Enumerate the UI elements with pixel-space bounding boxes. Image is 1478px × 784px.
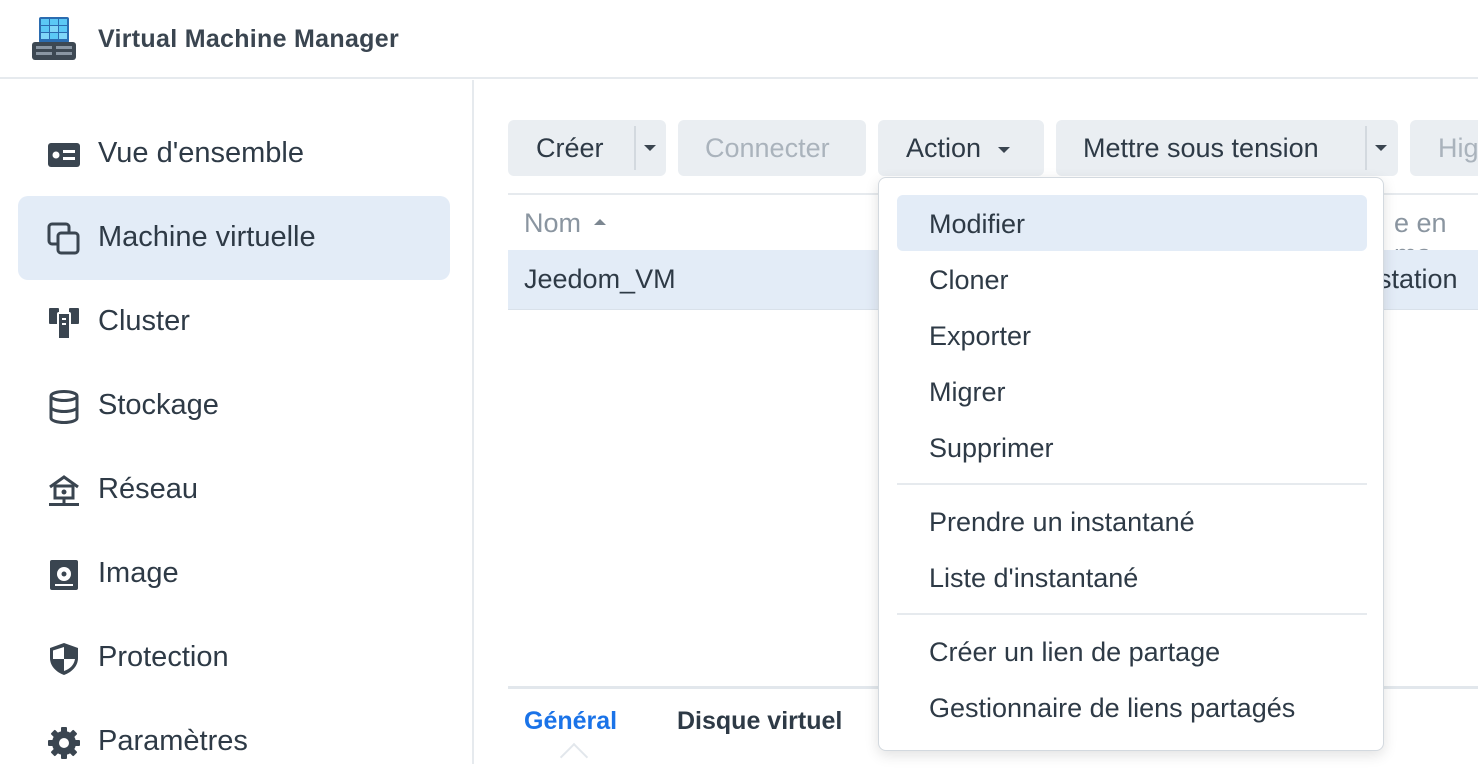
sort-ascending-icon: [594, 219, 606, 225]
menu-item-label: Gestionnaire de liens partagés: [929, 693, 1296, 723]
sidebar-item-overview[interactable]: Vue d'ensemble: [18, 112, 450, 196]
sidebar-item-settings[interactable]: Paramètres: [18, 700, 450, 784]
menu-item-take-snapshot[interactable]: Prendre un instantané: [897, 493, 1367, 549]
vm-name-cell: Jeedom_VM: [524, 264, 676, 294]
sidebar-item-label: Stockage: [98, 389, 219, 421]
menu-separator: [897, 613, 1367, 615]
power-on-button[interactable]: Mettre sous tension: [1083, 133, 1319, 164]
create-split-button: Créer: [508, 120, 666, 176]
menu-item-modify[interactable]: Modifier: [897, 195, 1367, 251]
network-icon: [49, 475, 79, 506]
sidebar-item-label: Paramètres: [98, 725, 248, 757]
split-divider: [634, 126, 636, 170]
menu-item-label: Supprimer: [929, 433, 1054, 463]
menu-item-export[interactable]: Exporter: [897, 307, 1367, 363]
sidebar-item-label: Vue d'ensemble: [98, 137, 304, 169]
create-button[interactable]: Créer: [536, 133, 604, 164]
menu-item-create-share-link[interactable]: Créer un lien de partage: [897, 623, 1367, 679]
app-title: Virtual Machine Manager: [98, 25, 399, 53]
menu-item-label: Cloner: [929, 265, 1009, 295]
sidebar-item-cluster[interactable]: Cluster: [18, 280, 450, 364]
tab-general[interactable]: Général: [524, 707, 617, 736]
menu-item-label: Migrer: [929, 377, 1006, 407]
cluster-icon: [49, 308, 79, 340]
sidebar: Vue d'ensemble Machine virtuelle Cluster…: [0, 80, 474, 764]
sidebar-item-network[interactable]: Réseau: [18, 448, 450, 532]
sidebar-item-label: Image: [98, 557, 179, 589]
menu-item-label: Créer un lien de partage: [929, 637, 1221, 667]
menu-item-delete[interactable]: Supprimer: [897, 419, 1367, 475]
sidebar-item-virtual-machine[interactable]: Machine virtuelle: [18, 196, 450, 280]
sidebar-item-protection[interactable]: Protection: [18, 616, 450, 700]
image-icon: [50, 560, 78, 590]
vmm-logo-icon: [32, 17, 76, 60]
sidebar-item-label: Réseau: [98, 473, 198, 505]
menu-item-snapshot-list[interactable]: Liste d'instantané: [897, 549, 1367, 605]
power-on-split-button: Mettre sous tension: [1056, 120, 1398, 176]
chevron-down-icon[interactable]: [1375, 145, 1387, 151]
sidebar-item-storage[interactable]: Stockage: [18, 364, 450, 448]
menu-item-clone[interactable]: Cloner: [897, 251, 1367, 307]
menu-item-label: Liste d'instantané: [929, 563, 1139, 593]
storage-icon: [49, 390, 79, 424]
menu-item-migrate[interactable]: Migrer: [897, 363, 1367, 419]
connect-button[interactable]: Connecter: [678, 120, 866, 176]
truncated-label: Hig: [1438, 133, 1478, 163]
title-bar: Virtual Machine Manager: [0, 0, 1478, 79]
chevron-down-icon: [998, 147, 1010, 153]
split-divider: [1365, 126, 1367, 170]
menu-item-label: Exporter: [929, 321, 1032, 351]
truncated-toolbar-button[interactable]: Hig: [1410, 120, 1478, 176]
action-button[interactable]: Action: [878, 120, 1044, 176]
column-header-name[interactable]: Nom: [524, 208, 581, 239]
sidebar-item-label: Cluster: [98, 305, 190, 337]
sidebar-item-label: Machine virtuelle: [98, 221, 316, 253]
action-dropdown-menu: Modifier Cloner Exporter Migrer Supprime…: [878, 177, 1384, 751]
menu-item-shared-link-manager[interactable]: Gestionnaire de liens partagés: [897, 679, 1367, 735]
active-tab-indicator: [559, 742, 589, 772]
connect-label: Connecter: [705, 133, 830, 163]
action-label: Action: [906, 133, 982, 163]
sidebar-item-image[interactable]: Image: [18, 532, 450, 616]
menu-item-label: Prendre un instantané: [929, 507, 1195, 537]
menu-item-label: Modifier: [929, 209, 1026, 239]
menu-separator: [897, 483, 1367, 485]
overview-icon: [48, 143, 80, 167]
sidebar-item-label: Protection: [98, 641, 229, 673]
shield-icon: [50, 643, 78, 675]
gear-icon: [48, 727, 80, 759]
virtual-machine-icon: [47, 222, 80, 255]
truncated-cell: station: [1378, 264, 1458, 294]
tab-virtual-disk[interactable]: Disque virtuel: [677, 707, 842, 736]
chevron-down-icon[interactable]: [644, 145, 656, 151]
